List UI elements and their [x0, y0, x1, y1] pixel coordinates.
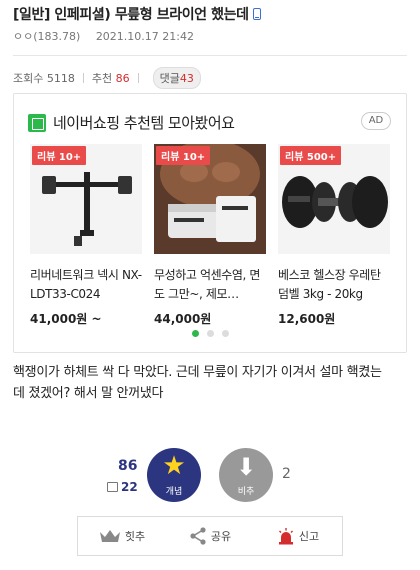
product-price: 44,000원 — [154, 310, 266, 327]
carousel-dot[interactable] — [221, 330, 229, 337]
comment-label: 댓글 — [159, 72, 180, 85]
fix-recommend-icon — [107, 482, 118, 492]
naver-shopping-icon — [28, 113, 46, 132]
separator — [137, 73, 139, 83]
vote-area: 86 22 ★ 개념 ⬇ 비추 2 — [0, 445, 420, 505]
product-image-monitor-arm[interactable]: 리뷰 10+ — [30, 144, 142, 254]
report-label: 신고 — [298, 530, 320, 543]
post-stats: 조회수 5118 추천 86 댓글43 — [13, 67, 201, 89]
product-price-value: 44,000원 — [154, 312, 212, 326]
product-card[interactable]: 리뷰 500+ 베스코 헬스장 우레탄 덤벨 3kg - 20kg 12,600… — [278, 144, 390, 327]
recommend-count: 86 — [115, 71, 130, 85]
comment-count: 43 — [179, 72, 194, 85]
fix-count-value: 22 — [121, 480, 138, 494]
crown-icon — [99, 530, 120, 542]
post-title: [일반] 인페피셜) 무릎형 브라이언 했는데 — [13, 4, 261, 24]
star-icon: ★ — [162, 451, 186, 481]
hit-label: 힛추 — [124, 530, 146, 543]
downvote-button[interactable]: ⬇ 비추 — [219, 448, 273, 502]
upvote-label: 개념 — [165, 487, 183, 497]
share-icon — [190, 527, 206, 545]
post-body: 핵쟁이가 하체트 싹 다 막았다. 근데 무릎이 자기가 이겨서 설마 핵켰는 … — [13, 362, 405, 404]
product-name[interactable]: 베스코 헬스장 우레탄 덤벨 3kg - 20kg — [278, 266, 390, 304]
down-arrow-icon: ⬇ — [235, 453, 257, 481]
carousel-dot[interactable] — [206, 330, 214, 337]
comment-count-badge[interactable]: 댓글43 — [152, 67, 201, 89]
separator — [82, 73, 84, 83]
product-price-value: 12,600원 — [278, 312, 336, 326]
ad-title[interactable]: 네이버쇼핑 추천템 모아봤어요 — [53, 112, 235, 133]
share-label: 공유 — [210, 530, 232, 543]
post-title-text: [일반] 인페피셜) 무릎형 브라이언 했는데 — [13, 7, 249, 23]
divider — [13, 55, 407, 56]
upvote-count: 86 — [118, 458, 138, 474]
post-meta: ㅇㅇ(183.78) 2021.10.17 21:42 — [13, 28, 194, 44]
product-price: 12,600원 — [278, 310, 390, 327]
product-name[interactable]: 리버네트워크 넥시 NX-LDT33-C024 — [30, 266, 142, 304]
downvote-count: 2 — [282, 466, 291, 482]
ad-header: 네이버쇼핑 추천템 모아봤어요 — [28, 112, 235, 133]
review-badge: 리뷰 10+ — [32, 146, 87, 165]
product-card[interactable]: 리뷰 10+ 무성하고 억센수염, 면도 그만~, 제모… 44,000원 — [154, 144, 266, 327]
hit-button[interactable]: 힛추 — [78, 517, 166, 555]
carousel-dot-active[interactable] — [191, 330, 199, 337]
fix-recommend-count: 22 — [107, 480, 138, 494]
post-body-line: 데 졌겠어? 해서 말 안꺼냈다 — [13, 386, 164, 401]
review-badge: 리뷰 10+ — [156, 146, 211, 165]
post-body-line: 핵쟁이가 하체트 싹 다 막았다. 근데 무릎이 자기가 이겨서 설마 핵켰는 — [13, 365, 382, 380]
report-button[interactable]: 신고 — [254, 517, 342, 555]
action-bar: 힛추 공유 신고 — [77, 516, 343, 556]
product-name[interactable]: 무성하고 억센수염, 면도 그만~, 제모… — [154, 266, 266, 304]
product-card[interactable]: 리뷰 10+ 리버네트워크 넥시 NX-LDT33-C024 41,000원 ~ — [30, 144, 142, 327]
product-price-value: 41,000원 ~ — [30, 312, 102, 326]
views-label: 조회수 — [13, 72, 44, 85]
share-button[interactable]: 공유 — [166, 517, 254, 555]
shopping-ad: 네이버쇼핑 추천템 모아봤어요 AD 리뷰 10+ 리버네트워크 넥시 NX-L… — [13, 93, 407, 353]
product-image-dumbbell[interactable]: 리뷰 500+ — [278, 144, 390, 254]
mobile-icon — [252, 8, 261, 20]
siren-icon — [278, 528, 293, 545]
upvote-button[interactable]: ★ 개념 — [147, 448, 201, 502]
post-date: 2021.10.17 21:42 — [95, 30, 194, 43]
carousel-dots — [14, 330, 406, 337]
product-carousel[interactable]: 리뷰 10+ 리버네트워크 넥시 NX-LDT33-C024 41,000원 ~… — [30, 144, 402, 327]
ad-badge[interactable]: AD — [361, 112, 391, 130]
downvote-label: 비추 — [237, 487, 255, 497]
views-count: 5118 — [46, 71, 75, 85]
product-image-hair-cream[interactable]: 리뷰 10+ — [154, 144, 266, 254]
product-price: 41,000원 ~ — [30, 310, 142, 327]
recommend-label: 추천 — [91, 72, 113, 85]
review-badge: 리뷰 500+ — [280, 146, 342, 165]
author-name[interactable]: ㅇㅇ(183.78) — [13, 30, 80, 43]
